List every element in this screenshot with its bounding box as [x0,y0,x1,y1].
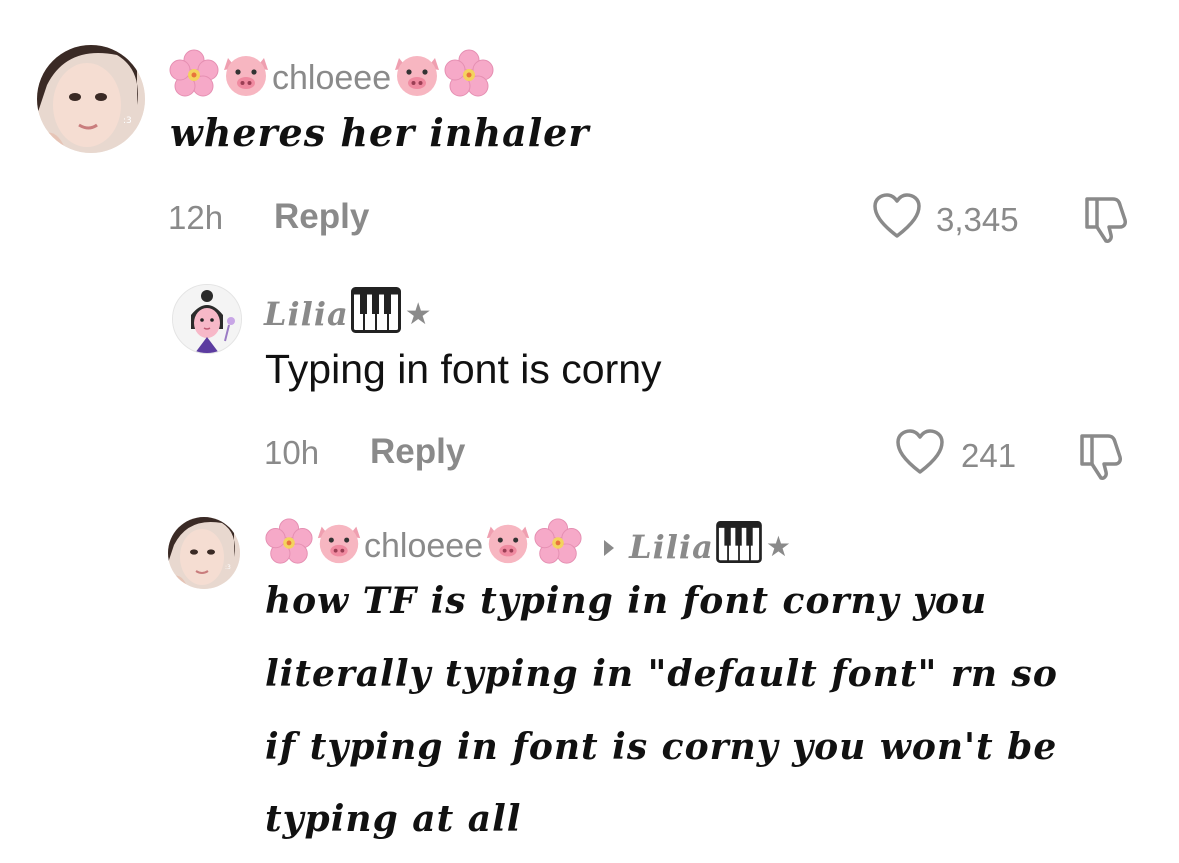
star-icon: ★ [404,296,432,332]
like-group: 3,345 [872,192,1019,248]
star-icon: ★ [765,530,791,563]
username-text: Lilia [264,295,349,333]
avatar[interactable]: :3 [168,517,240,589]
reply-to-username[interactable]: Lilia [629,528,714,566]
like-count: 241 [961,437,1017,474]
caret-right-icon [603,527,615,566]
comment-text-line: how TF is typing in font corny you [265,580,988,622]
comment-username[interactable]: chloeee Lilia ★ [264,517,791,576]
comment-text: wheres her inhaler [170,110,590,155]
avatar[interactable] [172,284,242,354]
username-text: chloeee [272,59,392,97]
comment-username[interactable]: Lilia ★ [264,287,432,341]
comment-text-line: typing at all [265,798,522,840]
comment-username[interactable]: chloeee [168,48,495,109]
comment-text: Typing in font is corny [265,346,662,392]
piano-keys-icon [715,521,762,572]
heart-outline-icon[interactable] [895,428,945,484]
pig-face-icon [314,517,364,576]
thumbs-down-icon[interactable] [1080,193,1132,250]
cherry-blossom-icon [264,517,314,576]
cherry-blossom-icon [443,48,495,109]
username-text: chloeee [364,527,484,565]
svg-text::3: :3 [123,116,132,126]
cherry-blossom-icon [533,517,583,576]
pig-face-icon [220,48,272,109]
comment-timestamp: 12h [168,199,224,236]
heart-outline-icon[interactable] [872,192,922,248]
thumbs-down-icon[interactable] [1075,430,1127,487]
avatar[interactable]: :3 [37,45,145,153]
reply-button[interactable]: Reply [370,432,465,472]
comment-text-line: if typing in font is corny you won't be [265,726,1058,768]
comment-text-line: literally typing in "default font" rn so [265,653,1058,695]
cherry-blossom-icon [168,48,220,109]
pig-face-icon [391,48,443,109]
reply-button[interactable]: Reply [274,197,369,237]
like-count: 3,345 [936,201,1019,238]
pig-face-icon [483,517,533,576]
comment-timestamp: 10h [264,434,320,471]
like-group: 241 [895,428,1016,484]
piano-keys-icon [350,287,401,341]
svg-text::3: :3 [225,564,231,571]
